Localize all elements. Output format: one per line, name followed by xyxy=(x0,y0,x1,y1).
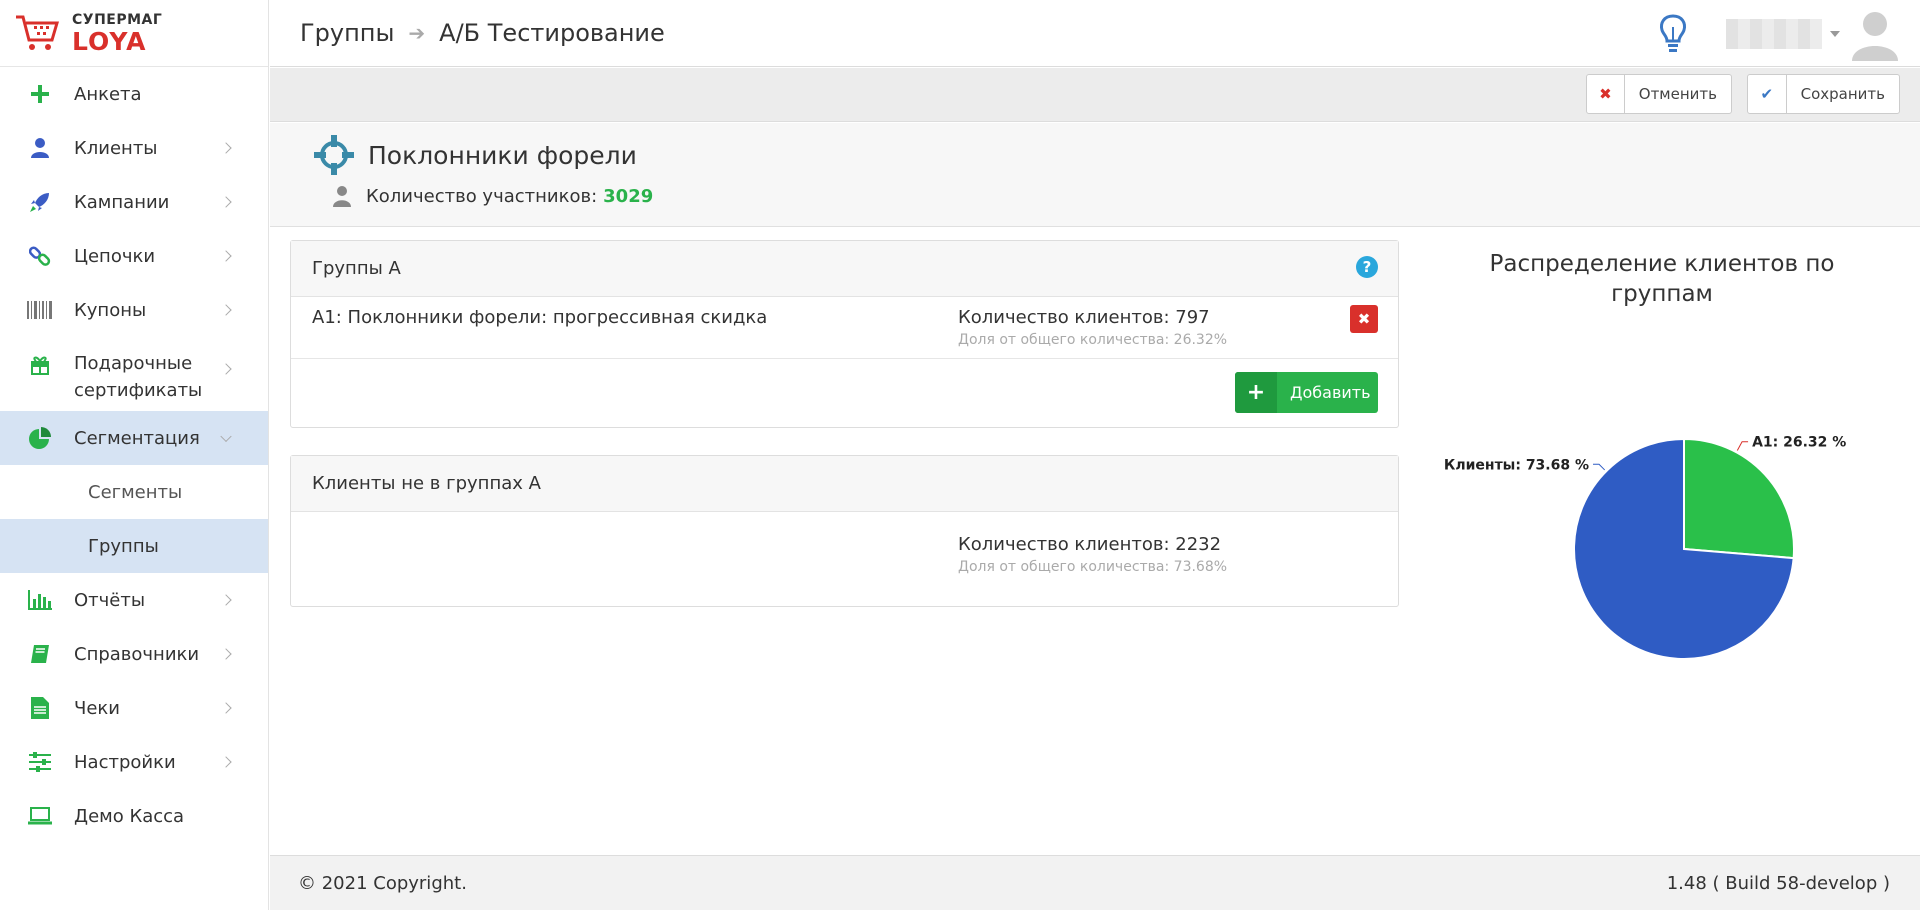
copyright-text: © 2021 Copyright. xyxy=(298,872,467,894)
save-button[interactable]: ✔ Сохранить xyxy=(1747,74,1900,114)
cancel-button-label: Отменить xyxy=(1638,85,1717,103)
check-icon: ✔ xyxy=(1748,75,1787,113)
sidebar-subitem-groups[interactable]: Группы xyxy=(0,519,268,573)
crosshair-icon xyxy=(314,135,354,175)
avatar[interactable] xyxy=(1850,7,1900,61)
pie-slice-a1[interactable] xyxy=(1683,437,1795,560)
save-button-label: Сохранить xyxy=(1800,85,1885,103)
chart-title: Распределение клиентов по группам xyxy=(1489,251,1835,307)
pie-chart-icon xyxy=(26,424,54,452)
sidebar-item-label: Демо Касса xyxy=(74,805,185,827)
sidebar-item-chains[interactable]: Цепочки xyxy=(0,229,268,283)
sidebar-item-campaigns[interactable]: Кампании xyxy=(0,175,268,229)
participants-value: 3029 xyxy=(603,185,654,207)
sidebar-item-label: Чеки xyxy=(74,697,120,719)
sidebar: СУПЕРМАГ LOYA Анкета Клиенты Кампании Це… xyxy=(0,0,269,910)
not-in-groups-share: Доля от общего количества: 73.68% xyxy=(958,559,1228,575)
participants-label: Количество участников: xyxy=(366,185,598,207)
breadcrumb: Группы ➔ А/Б Тестирование xyxy=(270,19,665,47)
sliders-icon xyxy=(26,748,54,776)
add-button-label: Добавить xyxy=(1290,383,1371,402)
add-group-button[interactable]: + Добавить xyxy=(1235,372,1378,413)
group-row-name: A1: Поклонники форели: прогрессивная ски… xyxy=(312,307,768,328)
close-icon: ✖ xyxy=(1587,75,1625,113)
barcode-icon xyxy=(26,296,54,324)
document-icon xyxy=(26,694,54,722)
sidebar-item-demo-pos[interactable]: Демо Касса xyxy=(0,789,268,843)
not-in-groups-count: Количество клиентов: 2232 xyxy=(958,534,1222,555)
user-icon xyxy=(26,134,54,162)
cart-logo-icon xyxy=(16,15,60,50)
sidebar-item-label: Отчёты xyxy=(74,589,146,611)
sidebar-item-directories[interactable]: Справочники xyxy=(0,627,268,681)
sidebar-subitem-segments[interactable]: Сегменты xyxy=(0,465,268,519)
sidebar-item-coupons[interactable]: Купоны xyxy=(0,283,268,337)
group-header: Поклонники форели Количество участников:… xyxy=(270,123,1920,227)
arrow-right-icon: ➔ xyxy=(408,21,426,45)
logo[interactable]: СУПЕРМАГ LOYA xyxy=(0,0,268,67)
laptop-icon xyxy=(26,802,54,830)
sidebar-item-reports[interactable]: Отчёты xyxy=(0,573,268,627)
version-text: 1.48 ( Build 58-develop ) xyxy=(1666,872,1890,894)
sidebar-item-label: Клиенты xyxy=(74,137,158,159)
sidebar-item-label: Настройки xyxy=(74,751,176,773)
rocket-icon xyxy=(26,188,54,216)
cancel-button[interactable]: ✖ Отменить xyxy=(1586,74,1732,114)
sidebar-item-label: Справочники xyxy=(74,643,200,665)
table-row: A1: Поклонники форели: прогрессивная ски… xyxy=(291,297,1398,359)
panel-title: Клиенты не в группах А xyxy=(312,473,541,494)
pie-label-клиенты: Клиенты: 73.68 % xyxy=(1444,457,1589,473)
sidebar-item-clients[interactable]: Клиенты xyxy=(0,121,268,175)
group-title: Поклонники форели xyxy=(368,140,637,170)
participants-count: Количество участников: 3029 xyxy=(332,185,653,207)
pie-leader-line xyxy=(1736,441,1749,451)
person-icon xyxy=(333,186,351,207)
footer: © 2021 Copyright. 1.48 ( Build 58-develo… xyxy=(270,855,1920,910)
lightbulb-icon[interactable] xyxy=(1656,13,1690,55)
header: Группы ➔ А/Б Тестирование xyxy=(270,0,1920,67)
group-row-count: Количество клиентов: 797 xyxy=(958,307,1210,328)
breadcrumb-parent[interactable]: Группы xyxy=(300,19,394,47)
sidebar-item-settings[interactable]: Настройки xyxy=(0,735,268,789)
link-icon xyxy=(26,242,54,270)
sidebar-item-label: Анкета xyxy=(74,83,142,105)
logo-bottom-text: LOYA xyxy=(72,26,147,56)
sidebar-item-label: Кампании xyxy=(74,191,170,213)
user-name-blurred[interactable] xyxy=(1726,18,1822,49)
sidebar-item-gift-cards[interactable]: Подарочные сертификаты xyxy=(0,337,268,411)
plus-icon xyxy=(26,80,54,108)
sidebar-item-segmentation[interactable]: Сегментация xyxy=(0,411,268,465)
sidebar-item-label: Купоны xyxy=(74,299,147,321)
not-in-groups-panel: Клиенты не в группах А Количество клиент… xyxy=(290,455,1399,607)
toolbar: ✖ Отменить ✔ Сохранить xyxy=(270,68,1920,122)
pie-chart: A1: 26.32 % Клиенты: 73.68 % xyxy=(1444,435,1846,660)
breadcrumb-current: А/Б Тестирование xyxy=(439,19,665,47)
pie-leader-line xyxy=(1593,463,1606,471)
logo-top-text: СУПЕРМАГ xyxy=(72,11,163,28)
group-row-share: Доля от общего количества: 26.32% xyxy=(958,332,1228,348)
sidebar-item-label: Подарочные сертификаты xyxy=(74,353,203,401)
help-icon[interactable]: ? xyxy=(1356,256,1378,278)
gift-icon xyxy=(26,350,54,378)
groups-a-panel: Группы А ? A1: Поклонники форели: прогре… xyxy=(290,240,1399,428)
bar-chart-icon xyxy=(26,586,54,614)
sidebar-item-receipts[interactable]: Чеки xyxy=(0,681,268,735)
delete-button[interactable]: ✖ xyxy=(1350,305,1378,333)
panel-title: Группы А xyxy=(312,258,401,279)
sidebar-item-label: Сегментация xyxy=(74,427,200,449)
book-icon xyxy=(26,640,54,668)
caret-down-icon[interactable] xyxy=(1830,30,1840,37)
plus-icon: + xyxy=(1235,372,1277,413)
sidebar-item-label: Цепочки xyxy=(74,245,156,267)
pie-label-a1: A1: 26.32 % xyxy=(1752,435,1846,451)
sidebar-item-anketa[interactable]: Анкета xyxy=(0,67,268,121)
